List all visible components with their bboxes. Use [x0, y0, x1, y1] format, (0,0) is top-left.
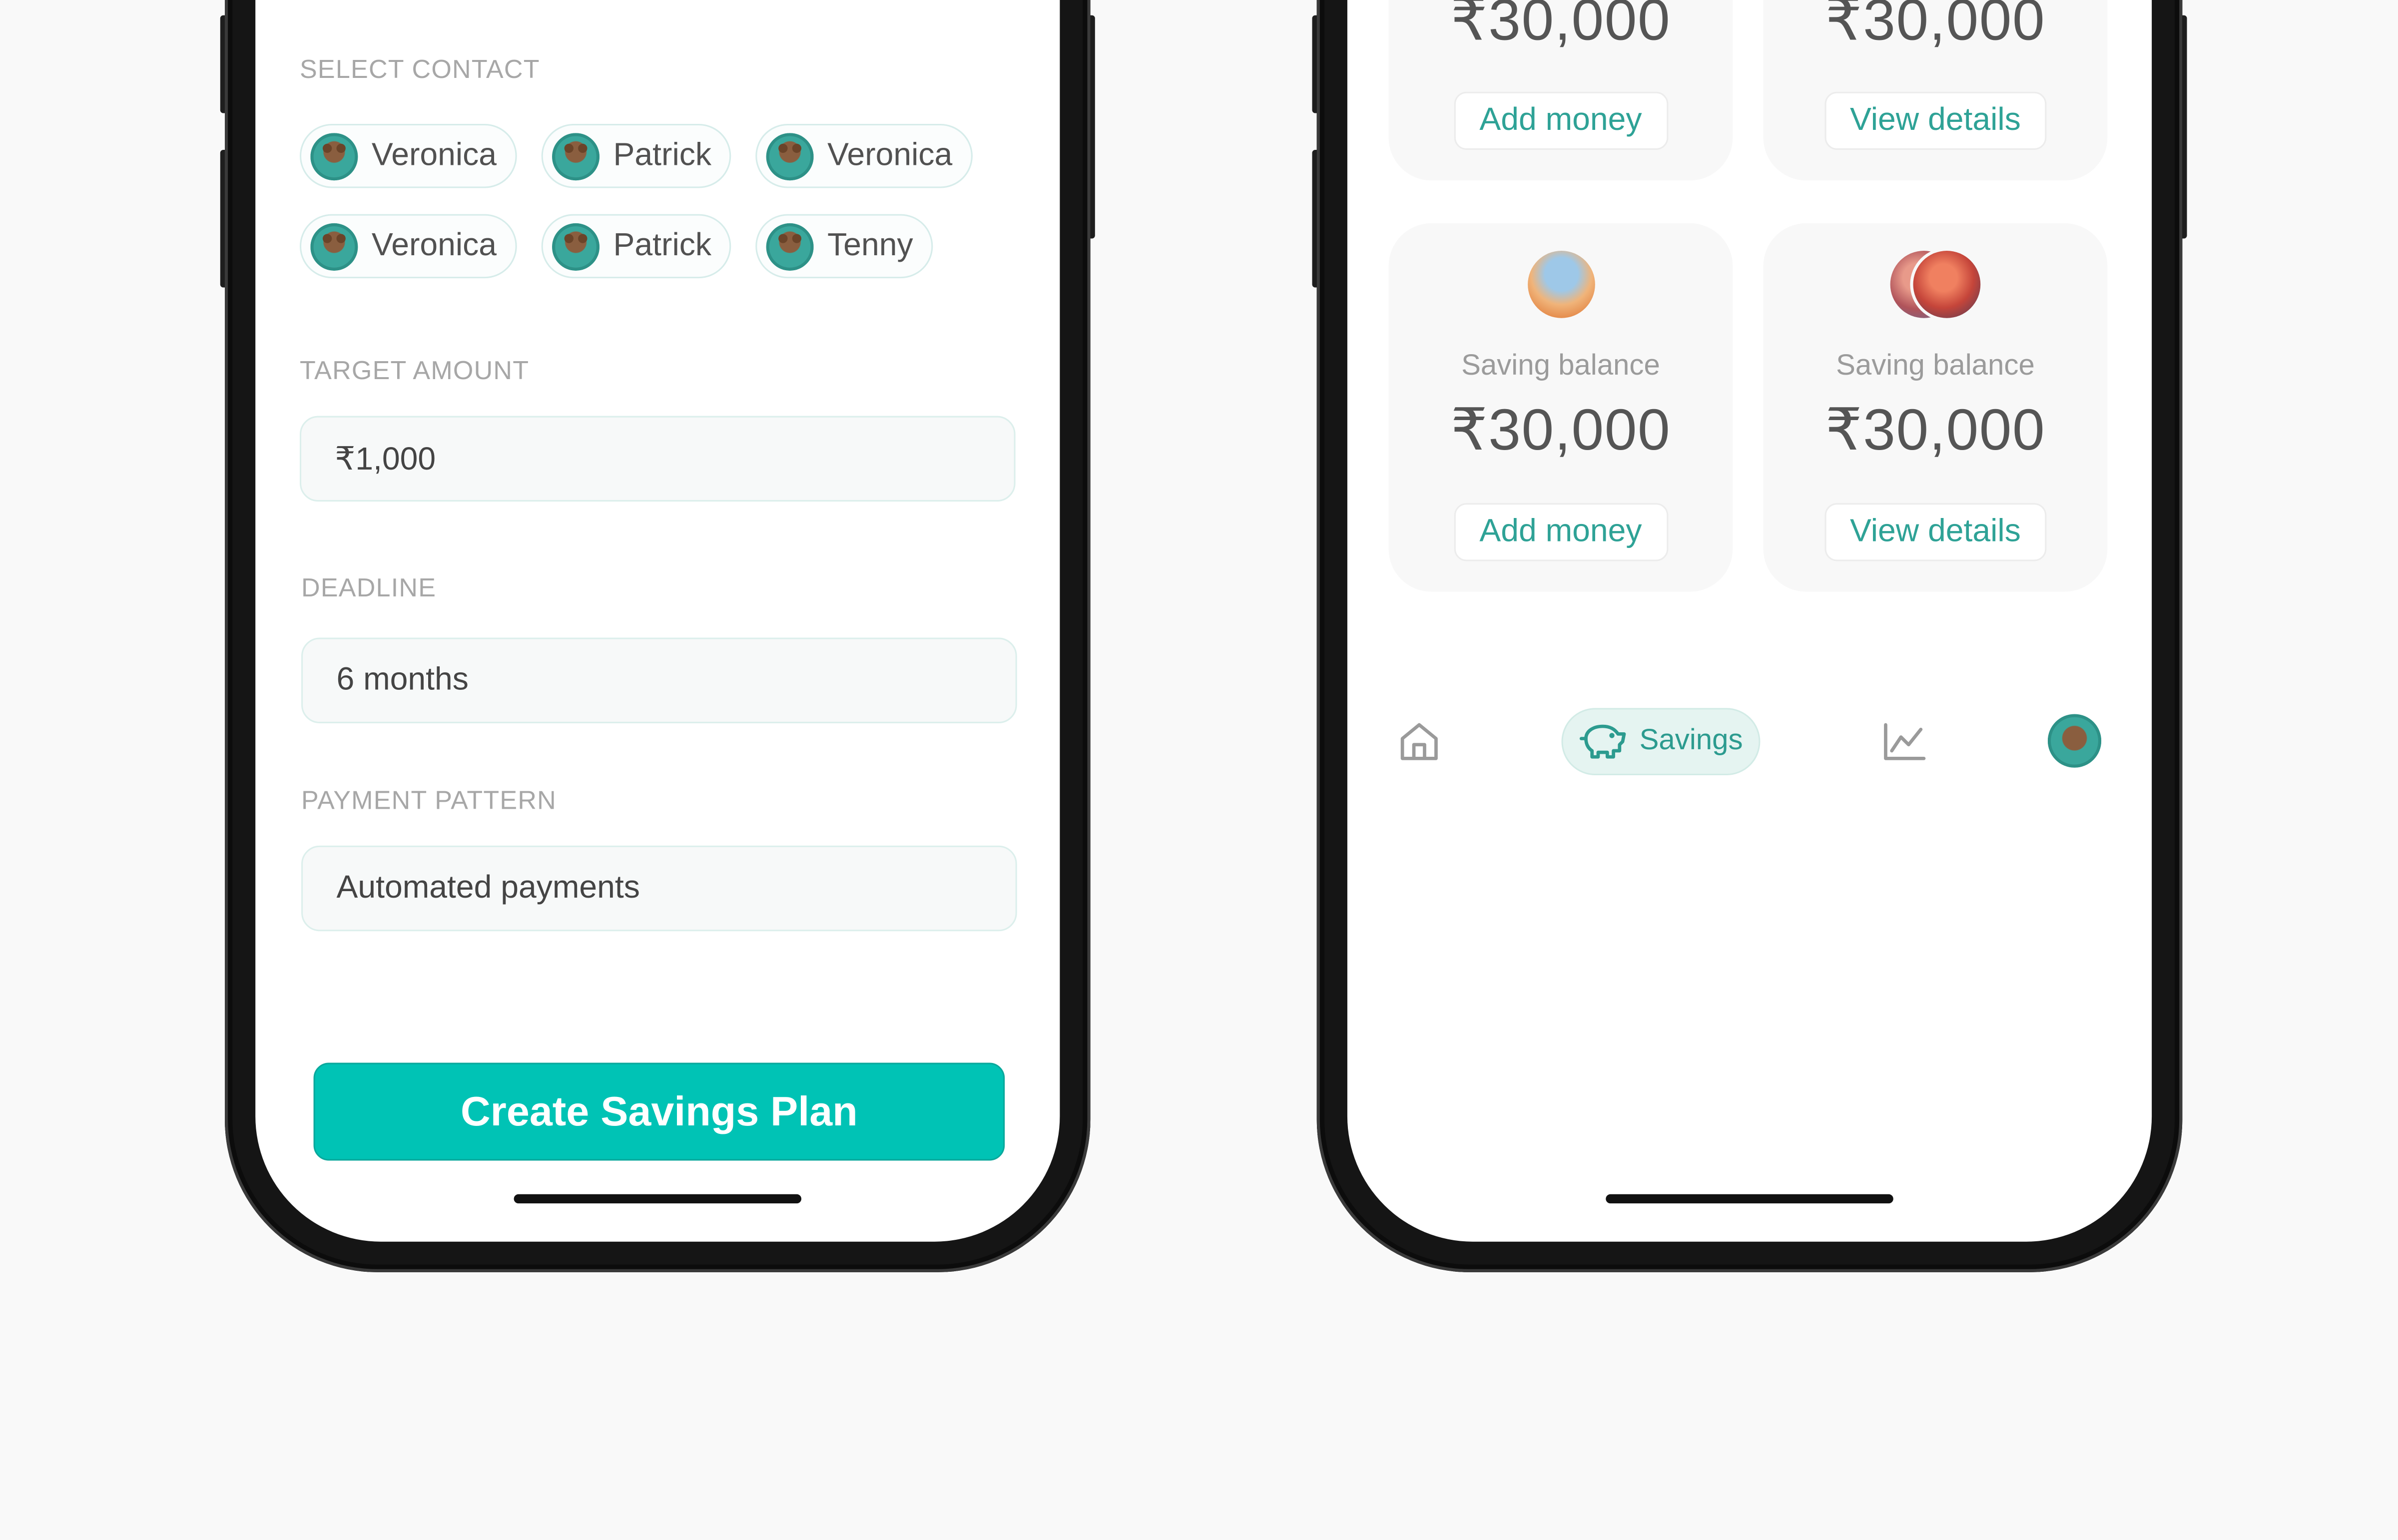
contact-chip[interactable]: Tenny [755, 214, 933, 279]
contact-avatar [552, 222, 600, 270]
payment-pattern-select[interactable]: Automated payments [301, 845, 1017, 932]
saving-balance-label: Saving balance [1836, 350, 2035, 383]
savings-amount: ₹30,000 [1825, 399, 2046, 464]
savings-amount: ₹30,000 [1450, 399, 1671, 464]
select-contact-label: SELECT CONTACT [299, 55, 540, 84]
add-money-button[interactable]: Add money [1453, 503, 1668, 561]
contact-name: Patrick [613, 228, 712, 263]
contact-avatar [310, 132, 358, 180]
savings-amount: ₹30,000 [1450, 0, 1671, 54]
contact-avatar [310, 222, 358, 270]
savings-card: Saving balance ₹30,000 View details [1763, 223, 2108, 592]
stage: SELECT CONTACT Veronica Patrick Veronica… [0, 0, 2398, 1540]
create-savings-plan-button[interactable]: Create Savings Plan [313, 1062, 1005, 1161]
savings-card: Saving balance ₹30,000 Add money [1388, 223, 1733, 592]
goal-image [1913, 251, 1981, 318]
savings-screen: ₹30,000 Add money ₹30,000 View details S… [1347, 0, 2152, 1242]
chart-icon[interactable] [1881, 720, 1927, 771]
home-indicator [1606, 1194, 1893, 1204]
goal-image [1528, 251, 1595, 318]
contact-chip[interactable]: Patrick [541, 123, 731, 188]
contact-avatar [766, 222, 814, 270]
contact-name: Patrick [613, 137, 712, 173]
profile-avatar[interactable] [2047, 714, 2102, 768]
tab-savings-label: Savings [1639, 725, 1743, 757]
contact-avatar [552, 132, 600, 180]
contact-chip[interactable]: Veronica [299, 123, 517, 188]
view-details-button[interactable]: View details [1823, 91, 2047, 150]
contact-name: Tenny [827, 228, 913, 263]
contact-chip[interactable]: Veronica [299, 214, 517, 279]
deadline-label: DEADLINE [301, 573, 437, 603]
savings-amount: ₹30,000 [1825, 0, 2046, 54]
target-amount-input[interactable]: ₹1,000 [299, 416, 1016, 502]
payment-pattern-label: PAYMENT PATTERN [301, 786, 557, 815]
contact-name: Veronica [371, 228, 497, 263]
tab-savings[interactable]: Savings [1561, 708, 1761, 776]
home-indicator [514, 1194, 802, 1204]
savings-card: ₹30,000 View details [1763, 0, 2108, 181]
phone-left: SELECT CONTACT Veronica Patrick Veronica… [220, 0, 1095, 1272]
contact-name: Veronica [827, 137, 953, 173]
piggy-bank-icon [1578, 722, 1639, 762]
savings-card: ₹30,000 Add money [1388, 0, 1733, 181]
create-savings-screen: SELECT CONTACT Veronica Patrick Veronica… [255, 0, 1060, 1242]
contact-avatar [766, 132, 814, 180]
target-amount-label: TARGET AMOUNT [299, 356, 530, 386]
home-icon[interactable] [1398, 720, 1441, 771]
view-details-button[interactable]: View details [1823, 503, 2047, 561]
contact-name: Veronica [371, 137, 497, 173]
saving-balance-label: Saving balance [1461, 350, 1660, 383]
add-money-button[interactable]: Add money [1453, 91, 1668, 150]
contact-chip[interactable]: Patrick [541, 214, 731, 279]
phone-right: ₹30,000 Add money ₹30,000 View details S… [1312, 0, 2187, 1272]
deadline-input[interactable]: 6 months [301, 637, 1017, 723]
contact-chip[interactable]: Veronica [755, 123, 973, 188]
